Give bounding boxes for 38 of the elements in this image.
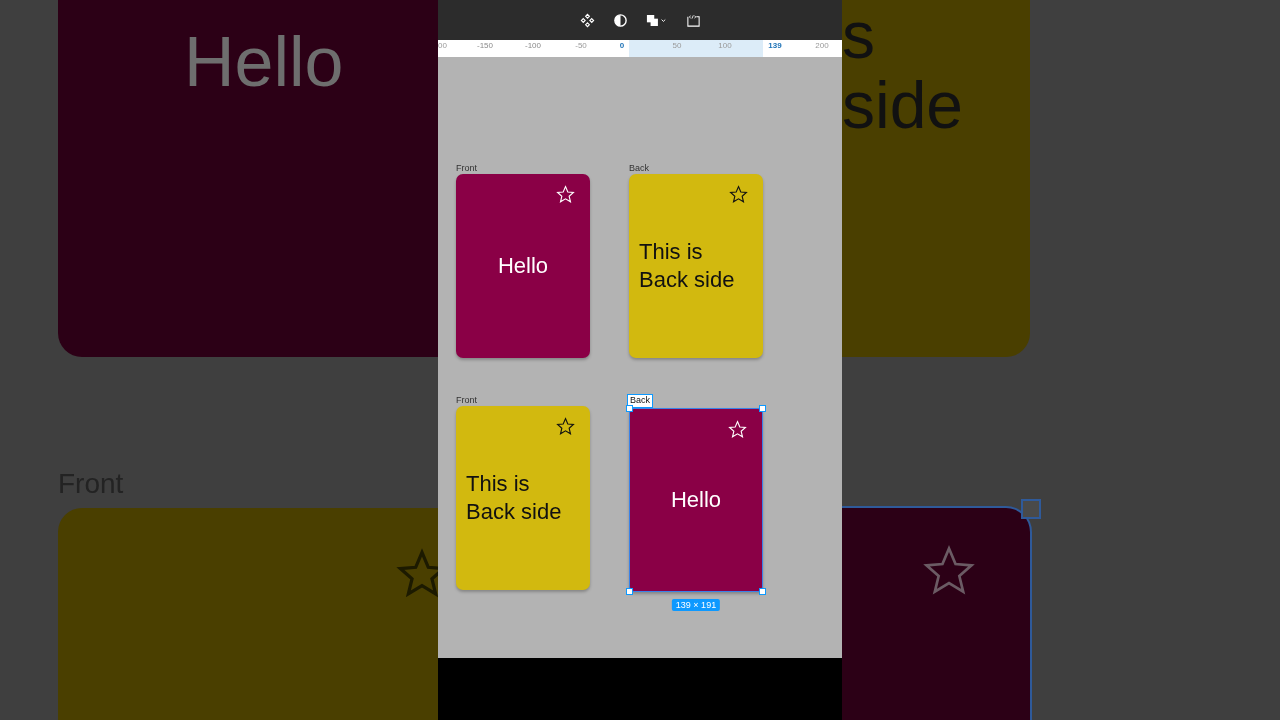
card-text: This is Back side <box>638 238 736 294</box>
selection-handle[interactable] <box>626 588 633 595</box>
star-icon <box>556 417 575 436</box>
card[interactable]: This is Back side <box>629 174 763 358</box>
card-text: Hello <box>496 252 550 280</box>
star-icon <box>728 420 747 439</box>
ruler-label: 200 <box>815 41 829 50</box>
frame-label[interactable]: Front <box>456 162 477 174</box>
contrast-icon[interactable] <box>612 12 628 28</box>
card-text: side <box>842 72 964 138</box>
card-text: This is Back side <box>465 470 563 526</box>
ruler-label: 0 <box>619 41 625 50</box>
star-icon <box>396 548 438 600</box>
star-icon <box>729 185 748 204</box>
selection-handle[interactable] <box>759 405 766 412</box>
ruler-label: 00 <box>438 41 447 50</box>
ruler-label: 100 <box>718 41 732 50</box>
boolean-icon[interactable] <box>645 12 668 28</box>
selection-handle[interactable] <box>626 405 633 412</box>
star-icon <box>556 185 575 204</box>
ruler-label: 50 <box>672 41 682 50</box>
components-icon[interactable] <box>579 12 595 28</box>
card-text: Hello <box>184 22 344 102</box>
card-text: s <box>842 2 875 68</box>
selection-handle <box>1021 499 1041 519</box>
card[interactable]: This is Back side <box>456 406 590 590</box>
ruler-label: -150 <box>477 41 493 50</box>
frame-label[interactable]: Back <box>629 162 649 174</box>
selection-handle[interactable] <box>759 588 766 595</box>
frame-label[interactable]: Front <box>456 394 477 406</box>
ruler-label: -50 <box>575 41 587 50</box>
ruler-label: 139 <box>768 41 782 50</box>
frame-label[interactable]: Back <box>627 394 653 408</box>
code-icon[interactable] <box>685 12 701 28</box>
card[interactable]: Hello <box>456 174 590 358</box>
card-text: Hello <box>669 486 723 514</box>
size-badge: 139 × 191 <box>671 599 721 611</box>
ruler-label: -100 <box>525 41 541 50</box>
